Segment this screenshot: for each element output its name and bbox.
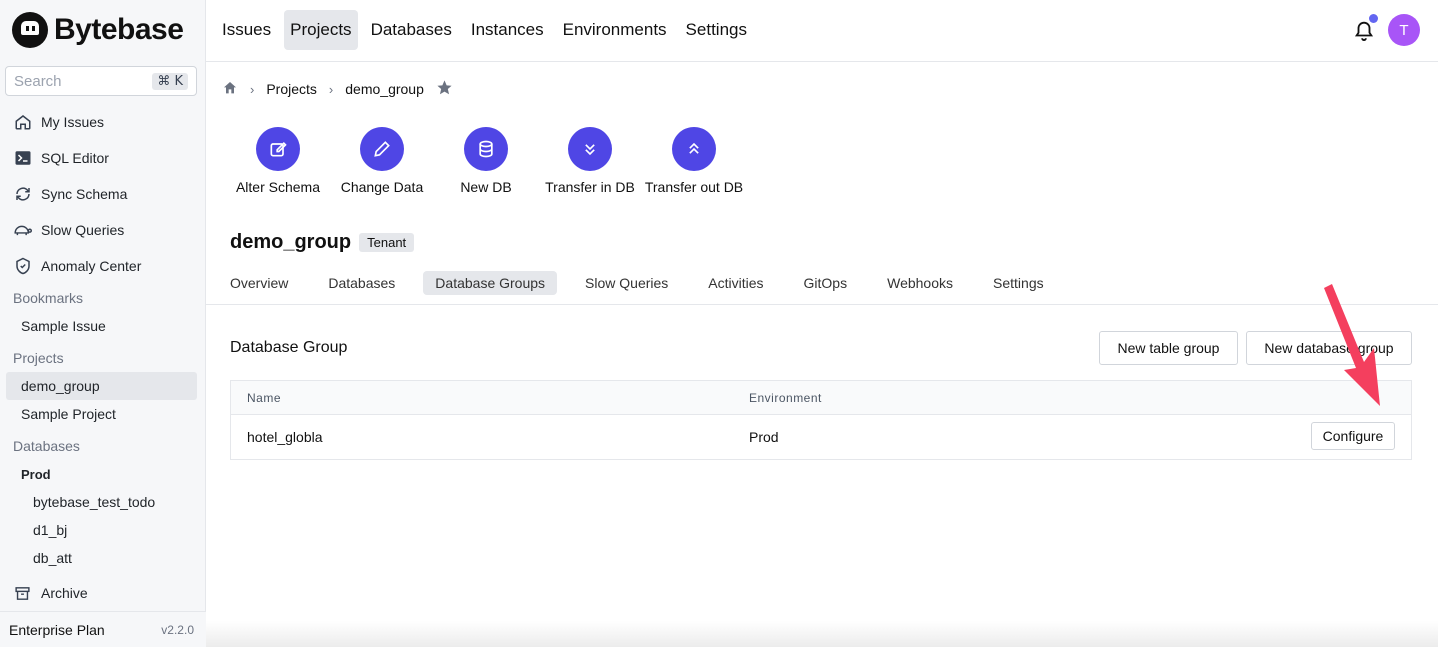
main-content: › Projects › demo_group Alter Schema Cha…: [206, 63, 1438, 647]
search-input[interactable]: [14, 72, 134, 90]
nav-databases[interactable]: Databases: [365, 10, 458, 50]
project-header: demo_group Tenant: [230, 231, 415, 254]
tab-overview[interactable]: Overview: [218, 271, 300, 295]
home-icon: [13, 113, 32, 132]
sidebar-project-sample-project[interactable]: Sample Project: [21, 406, 116, 422]
notification-dot: [1369, 14, 1378, 23]
top-nav: Issues Projects Databases Instances Envi…: [216, 10, 760, 50]
sidebar-item-sql-editor[interactable]: SQL Editor: [13, 144, 109, 172]
tab-webhooks[interactable]: Webhooks: [875, 271, 965, 295]
sidebar: Bytebase ⌘ K My Issues SQL Editor Sync S…: [0, 0, 206, 647]
sidebar-database-item[interactable]: bytebase_test_todo: [33, 494, 155, 510]
database-group-table: Name Environment hotel_globla Prod Confi…: [230, 380, 1412, 460]
sidebar-item-label: SQL Editor: [41, 150, 109, 166]
action-label: Transfer out DB: [644, 179, 744, 195]
chevron-right-icon: ›: [250, 81, 255, 97]
avatar[interactable]: T: [1388, 14, 1420, 46]
configure-button[interactable]: Configure: [1311, 422, 1395, 450]
project-name: demo_group: [230, 231, 352, 253]
chevron-right-icon: ›: [328, 81, 334, 97]
transfer-out-db-action[interactable]: Transfer out DB: [642, 127, 746, 195]
nav-instances[interactable]: Instances: [465, 10, 550, 50]
section-title: Database Group: [230, 339, 348, 356]
action-label: Transfer in DB: [545, 179, 635, 195]
tab-databases[interactable]: Databases: [316, 271, 407, 295]
shield-icon: [13, 257, 32, 276]
app-logo[interactable]: Bytebase: [12, 11, 184, 49]
database-icon: [464, 127, 508, 171]
terminal-icon: [13, 149, 32, 168]
tab-database-groups[interactable]: Database Groups: [423, 271, 558, 295]
tabs-divider: [206, 304, 1438, 305]
bytebase-logo-icon: [12, 12, 48, 48]
projects-heading: Projects: [13, 350, 64, 366]
sidebar-database-item[interactable]: d1_bj: [33, 522, 67, 538]
nav-issues[interactable]: Issues: [216, 10, 277, 50]
environment-label[interactable]: Prod: [21, 467, 51, 482]
alter-schema-action[interactable]: Alter Schema: [226, 127, 330, 195]
change-data-action[interactable]: Change Data: [330, 127, 434, 195]
turtle-icon: [13, 221, 32, 240]
sidebar-item-label: Sync Schema: [41, 186, 128, 202]
column-header-environment: Environment: [749, 390, 822, 405]
breadcrumb-current: demo_group: [345, 81, 424, 97]
action-label: Change Data: [340, 179, 424, 195]
tab-gitops[interactable]: GitOps: [792, 271, 860, 295]
nav-projects[interactable]: Projects: [284, 10, 358, 50]
app-name: Bytebase: [54, 13, 184, 46]
databases-heading: Databases: [13, 438, 80, 454]
sidebar-item-my-issues[interactable]: My Issues: [13, 108, 104, 136]
pencil-icon: [360, 127, 404, 171]
action-label: New DB: [460, 179, 512, 195]
edit-icon: [256, 127, 300, 171]
sidebar-item-slow-queries[interactable]: Slow Queries: [13, 216, 124, 244]
new-table-group-button[interactable]: New table group: [1099, 331, 1238, 365]
sidebar-item-label: Slow Queries: [41, 222, 125, 238]
annotation-arrow-icon: [1324, 284, 1380, 406]
sidebar-project-demo-group[interactable]: demo_group: [6, 372, 197, 400]
bookmarks-heading: Bookmarks: [13, 290, 84, 306]
quick-actions: Alter Schema Change Data New DB Transfer…: [226, 127, 746, 195]
tab-slow-queries[interactable]: Slow Queries: [573, 271, 680, 295]
nav-environments[interactable]: Environments: [557, 10, 673, 50]
column-header-name: Name: [247, 390, 282, 405]
action-label: Alter Schema: [235, 179, 321, 195]
sidebar-item-sync-schema[interactable]: Sync Schema: [13, 180, 127, 208]
transfer-in-db-action[interactable]: Transfer in DB: [538, 127, 642, 195]
table-header: Name Environment: [231, 381, 1411, 415]
search-shortcut: ⌘ K: [152, 72, 188, 90]
new-db-action[interactable]: New DB: [434, 127, 538, 195]
tab-settings[interactable]: Settings: [981, 271, 1056, 295]
breadcrumb-projects[interactable]: Projects: [266, 81, 317, 97]
home-icon[interactable]: [222, 80, 238, 99]
chevrons-down-icon: [568, 127, 612, 171]
star-icon[interactable]: [436, 79, 453, 99]
chevrons-up-icon: [672, 127, 716, 171]
sidebar-item-label: Anomaly Center: [41, 258, 142, 274]
sidebar-item-archive[interactable]: Archive: [13, 579, 88, 607]
plan-name: Enterprise Plan: [9, 621, 105, 638]
version-label: v2.2.0: [161, 622, 194, 637]
plan-footer[interactable]: Enterprise Plan v2.2.0: [0, 611, 206, 647]
search-box[interactable]: ⌘ K: [5, 66, 197, 96]
table-row[interactable]: hotel_globla Prod Configure: [231, 415, 1411, 459]
archive-icon: [13, 584, 32, 603]
sidebar-item-label: Archive: [41, 585, 88, 601]
breadcrumb: › Projects › demo_group: [222, 79, 453, 99]
project-tabs: Overview Databases Database Groups Slow …: [218, 269, 1072, 297]
sidebar-item-label: My Issues: [41, 114, 105, 130]
bookmark-item[interactable]: Sample Issue: [21, 318, 106, 334]
sidebar-item-anomaly-center[interactable]: Anomaly Center: [13, 252, 141, 280]
top-navigation-bar: Issues Projects Databases Instances Envi…: [206, 0, 1438, 62]
nav-settings[interactable]: Settings: [680, 10, 753, 50]
group-environment: Prod: [749, 429, 779, 445]
tenant-badge: Tenant: [359, 233, 415, 252]
tab-activities[interactable]: Activities: [696, 271, 775, 295]
group-name: hotel_globla: [247, 429, 323, 445]
sync-icon: [13, 185, 32, 204]
sidebar-database-item[interactable]: db_att: [33, 550, 72, 566]
